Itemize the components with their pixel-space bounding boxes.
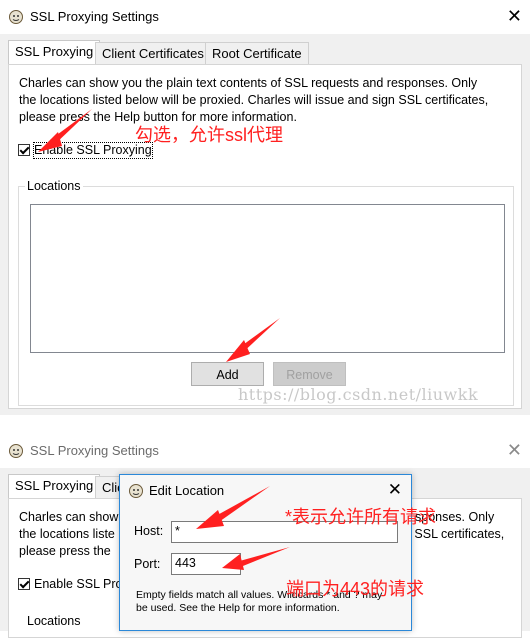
annotation-arrow-checkbox [38,109,280,362]
separator [0,415,530,434]
watermark: https://blog.csdn.net/liuwkk [238,385,479,404]
annotation-arrows-dialog [196,486,290,570]
